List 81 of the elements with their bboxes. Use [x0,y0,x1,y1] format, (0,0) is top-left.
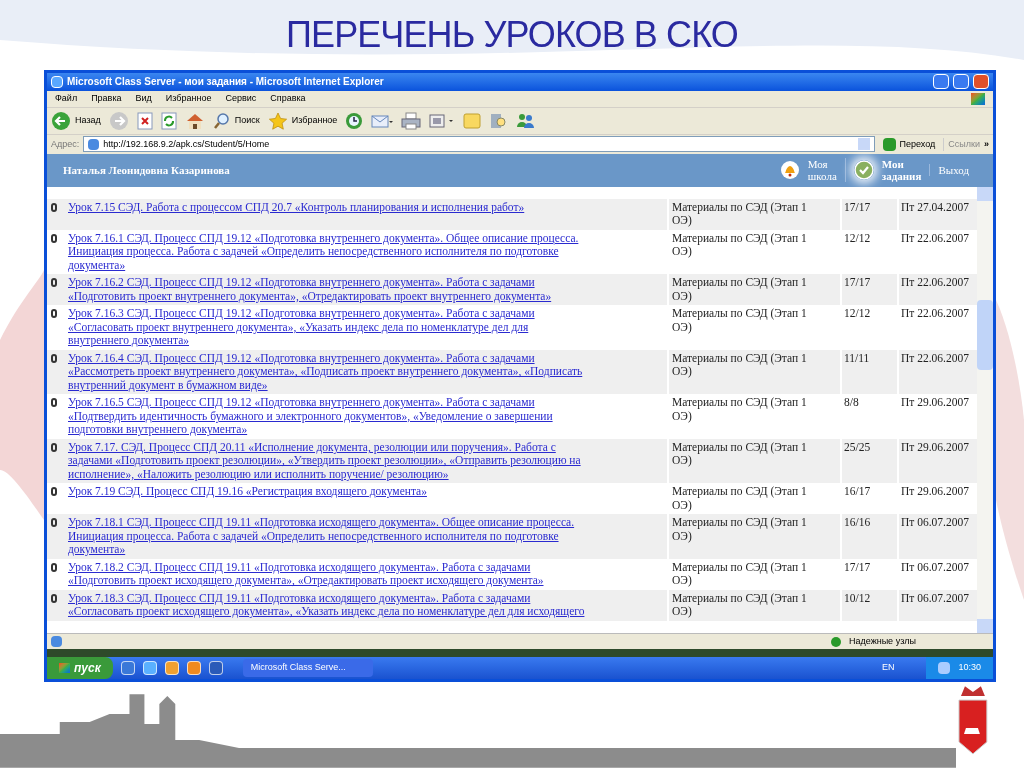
menu-item[interactable]: Файл [55,92,78,106]
trusted-zone-icon [831,636,841,647]
more-chevron[interactable]: » [984,137,989,152]
search-icon[interactable] [212,111,231,130]
address-field[interactable]: http://192.168.9.2/apk.cs/Student/5/Home [83,136,875,153]
course-text: Материалы по СЭД (Этап 1 ОЭ) [672,276,808,304]
stop-icon[interactable] [136,111,153,130]
print-icon[interactable] [401,111,422,130]
bell-icon [779,160,800,181]
course-text: Материалы по СЭД (Этап 1 ОЭ) [672,591,808,619]
lesson-link[interactable]: Урок 7.15 СЭД. Работа с процессом СПД 20.7 «Контроль планирования и исполнения работ» [68,200,664,215]
favorites-button[interactable]: Избранное [267,111,338,130]
research-icon[interactable] [489,111,508,130]
score-text: 8/8 [844,396,859,409]
back-button[interactable]: Назад [51,110,101,131]
course-text: Материалы по СЭД (Этап 1 ОЭ) [672,560,808,588]
course-text: Материалы по СЭД (Этап 1 ОЭ) [672,200,808,228]
slide-title: ПЕРЕЧЕНЬ УРОКОВ В СКО [286,12,738,57]
go-button[interactable]: Переход [878,137,940,152]
menu-item[interactable]: Справка [270,92,306,106]
course-text: Материалы по СЭД (Этап 1 ОЭ) [672,440,808,468]
edit-icon[interactable] [429,111,456,130]
language-indicator[interactable]: EN [881,661,895,675]
lesson-link[interactable]: Урок 7.16.2 СЭД. Процесс СПД 19.12 «Подготовка внутреннего документа». Работа с задачами «Подготовить проект внутреннего документа», «Отредактировать проект внутреннего документа» [68,276,664,304]
menu-item[interactable]: Вид [135,92,152,106]
messenger-icon[interactable] [515,111,536,130]
checkmark-icon [853,160,874,181]
course-text: Материалы по СЭД (Этап 1 ОЭ) [672,307,808,335]
user-name: Наталья Леонидовна Казаринова [63,163,231,179]
course-text: Материалы по СЭД (Этап 1 ОЭ) [672,396,808,424]
date-text: Пт 29.06.2007 [901,485,969,498]
menu-item[interactable]: Правка [91,92,122,106]
lesson-link[interactable]: Урок 7.18.3 СЭД. Процесс СПД 19.11 «Подготовка исходящего документа». Работа с задачами «Согласовать проект исходящего документа», «Указать индекс дела по номенклатуре дел для исходящего [68,591,664,619]
score-text: 16/17 [844,485,871,498]
score-text: 17/17 [844,560,871,573]
lesson-link[interactable]: Урок 7.16.5 СЭД. Процесс СПД 19.12 «Подготовка внутреннего документа». Работа с задачами «Подтвердить идентичность бумажного и электронного документов», «Уведомление о завершении подготовки внутреннего документа» [68,396,664,437]
score-text: 17/17 [844,276,871,289]
score-text: 17/17 [844,200,871,213]
lesson-link[interactable]: Урок 7.17. СЭД. Процесс СПД 20.11 «Исполнение документа, резолюции или поручения». Работа с задачами «Подготовить проект резолюции», «Утвердить проект резолюции», «Отправить резолюцию на исполнение», «Наложить резолюцию или исполнить поручение/ резолюцию» [68,440,664,482]
close-button[interactable] [973,74,989,90]
course-text: Материалы по СЭД (Этап 1 ОЭ) [672,485,808,513]
date-text: Пт 27.04.2007 [901,200,969,213]
date-text: Пт 06.07.2007 [901,591,969,604]
address-label: Адрес: [51,137,80,151]
course-text: Материалы по СЭД (Этап 1 ОЭ) [672,231,808,259]
course-text: Материалы по СЭД (Этап 1 ОЭ) [672,351,808,379]
score-text: 12/12 [844,307,871,320]
window-title: Microsoft Class Server - мои задания - Microsoft Internet Explorer [67,75,385,90]
lesson-link[interactable]: Урок 7.18.1 СЭД. Процесс СПД 19.11 «Подготовка исходящего документа». Общее описание процесса. Инициация процесса. Работа с задачей «Определить непосредственного исполнителя по подготовке документа» [68,516,664,557]
date-text: Пт 22.06.2007 [901,276,969,289]
menu-item[interactable]: Сервис [225,92,257,106]
date-text: Пт 06.07.2007 [901,560,969,573]
lesson-link[interactable]: Урок 7.19 СЭД. Процесс СПД 19.16 «Регистрация входящего документа» [68,485,664,499]
course-text: Материалы по СЭД (Этап 1 ОЭ) [672,516,808,544]
lesson-link[interactable]: Урок 7.16.3 СЭД. Процесс СПД 19.12 «Подготовка внутреннего документа». Работа с задачами «Согласовать проект внутреннего документа», «Указать индекс дела по номенклатуре дел для внутреннего документа» [68,307,664,348]
date-text: Пт 29.06.2007 [901,440,969,453]
scrollbar[interactable] [977,186,993,633]
lesson-link[interactable]: Урок 7.18.2 СЭД. Процесс СПД 19.11 «Подготовка исходящего документа». Работа с задачами «Подготовить проект исходящего документа», «Отредактировать проект исходящего документа» [68,560,664,588]
back-icon[interactable] [51,110,71,131]
taskbar-task[interactable]: Microsoft Class Serve... [242,659,373,677]
date-text: Пт 22.06.2007 [901,307,969,320]
search-button[interactable]: Поиск [212,111,260,130]
lesson-link[interactable]: Урок 7.16.4 СЭД. Процесс СПД 19.12 «Подготовка внутреннего документа». Работа с задачами «Рассмотреть проект внутреннего документа», «Подписать проект внутреннего документа», «Подписать внутренний документ в бумажном виде» [68,351,664,393]
date-text: Пт 29.06.2007 [901,396,969,409]
score-text: 11/11 [844,351,870,364]
lesson-link[interactable]: Урок 7.16.1 СЭД. Процесс СПД 19.12 «Подготовка внутреннего документа». Общее описание процесса. Инициация процесса. Работа с задачей «Определить непосредственного исполнителя по подготовке документа» [68,231,664,273]
score-text: 12/12 [844,231,871,244]
score-text: 16/16 [844,516,871,529]
maximize-button[interactable] [953,74,969,90]
zone-text: Надежные узлы [849,634,917,648]
score-text: 25/25 [844,440,871,453]
date-text: Пт 06.07.2007 [901,516,969,529]
start-button[interactable]: пуск [47,657,113,679]
clock: 10:30 [958,661,981,675]
minimize-button[interactable] [933,74,949,90]
date-text: Пт 22.06.2007 [901,351,969,364]
score-text: 10/12 [844,591,871,604]
history-icon[interactable] [345,111,364,130]
date-text: Пт 22.06.2007 [901,231,969,244]
menu-item[interactable]: Избранное [165,92,212,106]
refresh-icon[interactable] [160,111,177,130]
